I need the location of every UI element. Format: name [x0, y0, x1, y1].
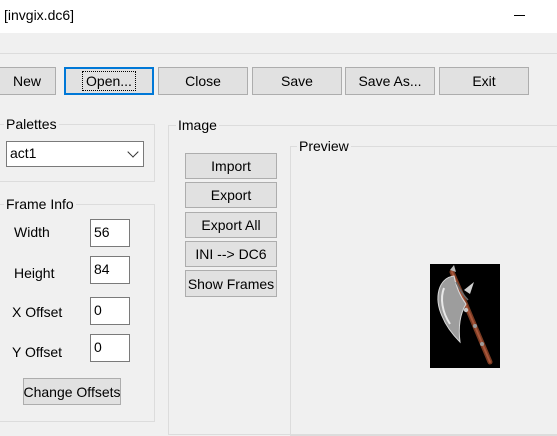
title-bar: [invgix.dc6] [0, 0, 557, 33]
exit-button[interactable]: Exit [439, 67, 529, 95]
export-label: Export [210, 187, 252, 203]
palette-select[interactable]: act1 [6, 141, 144, 167]
ini-to-dc6-label: INI --> DC6 [195, 246, 267, 262]
palette-select-value: act1 [10, 145, 37, 161]
width-label: Width [14, 224, 50, 240]
open-button-label: Open... [82, 71, 136, 91]
axe-sprite-icon [430, 264, 500, 368]
export-all-label: Export All [201, 217, 261, 233]
chevron-down-icon [127, 146, 139, 158]
menu-separator [0, 53, 557, 54]
x-offset-label: X Offset [12, 304, 63, 320]
export-button[interactable]: Export [185, 182, 277, 208]
y-offset-label: Y Offset [12, 344, 63, 360]
width-field[interactable]: 56 [90, 219, 130, 247]
save-button-label: Save [281, 73, 313, 89]
minimize-icon[interactable] [505, 0, 533, 33]
window-title: [invgix.dc6] [4, 7, 75, 23]
open-button[interactable]: Open... [64, 67, 154, 95]
ini-to-dc6-button[interactable]: INI --> DC6 [185, 241, 277, 267]
width-value: 56 [94, 224, 110, 240]
save-as-button-label: Save As... [358, 73, 422, 89]
show-frames-button[interactable]: Show Frames [185, 270, 277, 297]
x-offset-value: 0 [94, 302, 102, 318]
close-button[interactable]: Close [158, 67, 248, 95]
save-button[interactable]: Save [252, 67, 342, 95]
x-offset-field[interactable]: 0 [90, 297, 130, 325]
height-label: Height [14, 265, 55, 281]
import-button[interactable]: Import [185, 153, 277, 179]
export-all-button[interactable]: Export All [185, 212, 277, 238]
change-offsets-label: Change Offsets [23, 383, 121, 400]
show-frames-label: Show Frames [187, 275, 275, 292]
new-button-label: New [12, 73, 41, 89]
image-legend: Image [176, 117, 219, 133]
height-field[interactable]: 84 [90, 256, 130, 284]
y-offset-field[interactable]: 0 [90, 334, 130, 362]
exit-button-label: Exit [472, 73, 496, 89]
preview-group [290, 146, 557, 436]
height-value: 84 [94, 261, 110, 277]
change-offsets-button[interactable]: Change Offsets [23, 378, 121, 405]
save-as-button[interactable]: Save As... [345, 67, 435, 95]
frame-info-legend: Frame Info [4, 196, 76, 212]
palettes-legend: Palettes [4, 116, 59, 132]
new-button[interactable]: New [0, 67, 56, 95]
import-label: Import [211, 158, 251, 174]
close-button-label: Close [185, 73, 221, 89]
y-offset-value: 0 [94, 339, 102, 355]
preview-legend: Preview [297, 138, 351, 154]
